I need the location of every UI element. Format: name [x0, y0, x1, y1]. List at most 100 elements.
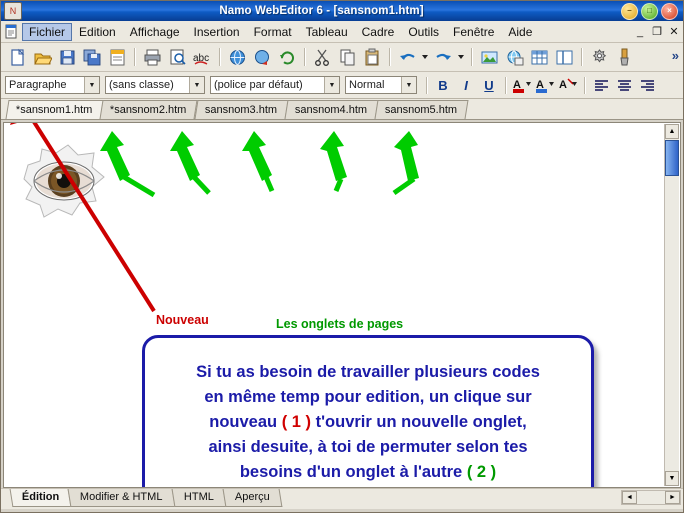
menu-item-aide[interactable]: Aide	[501, 23, 539, 41]
underline-button[interactable]: U	[478, 75, 500, 96]
callout-line-3: nouveau ( 1 ) t'ouvrir un nouvelle ongle…	[145, 410, 591, 434]
page-tab-sansnom4[interactable]: sansnom4.htm	[284, 100, 379, 119]
cut-icon[interactable]	[310, 46, 334, 69]
menu-item-tableau[interactable]: Tableau	[299, 23, 355, 41]
menu-item-fenetre[interactable]: Fenêtre	[446, 23, 501, 41]
toolbar-overflow-button[interactable]: »	[672, 48, 679, 63]
undo-dropdown-icon[interactable]	[420, 46, 430, 69]
page-tab-sansnom1[interactable]: *sansnom1.htm	[5, 100, 104, 119]
view-tab-label: Édition	[21, 491, 60, 503]
chevron-down-icon[interactable]: ▼	[401, 77, 416, 93]
align-left-button[interactable]	[590, 75, 612, 96]
new-from-template-icon[interactable]	[105, 46, 129, 69]
callout-line-5a: besoins d'un onglet à l'autre	[239, 463, 467, 482]
web-preview-icon[interactable]	[225, 46, 249, 69]
toolbar-separator	[304, 48, 306, 66]
page-tab-label: *sansnom2.htm	[110, 104, 187, 116]
paste-icon[interactable]	[360, 46, 384, 69]
horizontal-scroll-track[interactable]	[637, 491, 665, 504]
class-style-value: (sans classe)	[109, 79, 174, 91]
spell-check-icon[interactable]: abc	[190, 46, 214, 69]
svg-text:A: A	[559, 79, 567, 91]
document-window-controls: _ ❐ ✕	[634, 25, 680, 39]
close-button[interactable]: ×	[661, 2, 678, 20]
paragraph-style-value: Paragraphe	[9, 79, 67, 91]
application-window: N Namo WebEditor 6 - [sansnom1.htm] – □ …	[0, 0, 684, 513]
highlight-color-button[interactable]: A	[534, 75, 556, 96]
insert-image-icon[interactable]	[477, 46, 501, 69]
toolbar-separator	[581, 48, 583, 66]
font-size-combo[interactable]: Normal ▼	[345, 76, 417, 94]
page-tab-sansnom2[interactable]: *sansnom2.htm	[99, 100, 199, 119]
redo-dropdown-icon[interactable]	[456, 46, 466, 69]
toolbar-separator	[389, 48, 391, 66]
format-separator	[426, 76, 428, 94]
maximize-button[interactable]: □	[641, 2, 658, 20]
menu-item-fichier[interactable]: Fichier	[22, 22, 73, 41]
view-tab-edition[interactable]: Édition	[9, 489, 72, 507]
chevron-down-icon[interactable]: ▼	[324, 77, 339, 93]
font-family-combo[interactable]: (police par défaut) ▼	[210, 76, 340, 94]
page-tab-sansnom5[interactable]: sansnom5.htm	[374, 100, 469, 119]
menu-item-format[interactable]: Format	[247, 23, 299, 41]
window-controls: – □ ×	[621, 2, 678, 20]
horizontal-scrollbar[interactable]: ◄ ►	[621, 490, 681, 505]
view-tab-modifier-html[interactable]: Modifier & HTML	[67, 489, 176, 507]
chevron-down-icon[interactable]: ▼	[84, 77, 99, 93]
class-style-combo[interactable]: (sans classe) ▼	[105, 76, 205, 94]
chevron-down-icon[interactable]: ▼	[189, 77, 204, 93]
scroll-up-button[interactable]: ▲	[665, 124, 679, 139]
insert-hyperlink-icon[interactable]	[502, 46, 526, 69]
scroll-left-button[interactable]: ◄	[622, 491, 637, 504]
copy-icon[interactable]	[335, 46, 359, 69]
view-tab-label: HTML	[183, 491, 214, 503]
properties-icon[interactable]	[587, 46, 611, 69]
menu-item-cadre[interactable]: Cadre	[355, 23, 402, 41]
redo-icon[interactable]	[431, 46, 455, 69]
insert-table-icon[interactable]	[527, 46, 551, 69]
editor-canvas[interactable]: Nouveau Les onglets de pages Si tu as be…	[3, 122, 681, 488]
minimize-button[interactable]: –	[621, 2, 638, 20]
insert-frame-icon[interactable]	[552, 46, 576, 69]
align-right-button[interactable]	[636, 75, 658, 96]
new-document-icon[interactable]	[5, 46, 29, 69]
font-color-button[interactable]: A	[511, 75, 533, 96]
italic-button[interactable]: I	[455, 75, 477, 96]
vertical-scroll-thumb[interactable]	[665, 140, 679, 176]
align-center-button[interactable]	[613, 75, 635, 96]
menu-item-outils[interactable]: Outils	[401, 23, 446, 41]
main-toolbar: abc »	[1, 43, 683, 72]
format-painter-icon[interactable]	[612, 46, 636, 69]
undo-icon[interactable]	[395, 46, 419, 69]
doc-close-button[interactable]: ✕	[668, 25, 680, 38]
save-all-icon[interactable]	[80, 46, 104, 69]
doc-restore-button[interactable]: ❐	[651, 25, 663, 38]
app-icon[interactable]: N	[4, 2, 22, 20]
document-icon[interactable]	[3, 23, 20, 40]
view-tab-apercu[interactable]: Aperçu	[222, 489, 283, 507]
scroll-right-button[interactable]: ►	[665, 491, 680, 504]
callout-number-2: ( 2 )	[466, 463, 497, 482]
callout-line-5: besoins d'un onglet à l'autre ( 2 )	[145, 460, 591, 484]
menu-item-insertion[interactable]: Insertion	[187, 23, 247, 41]
print-preview-icon[interactable]	[165, 46, 189, 69]
clear-format-button[interactable]: A	[557, 75, 579, 96]
view-tab-html[interactable]: HTML	[171, 489, 227, 507]
open-document-icon[interactable]	[30, 46, 54, 69]
scroll-down-button[interactable]: ▼	[665, 471, 679, 486]
toolbar-separator	[219, 48, 221, 66]
menu-item-affichage[interactable]: Affichage	[123, 23, 187, 41]
publish-site-icon[interactable]	[250, 46, 274, 69]
green-arrow-stems	[122, 174, 416, 198]
callout-line-1: Si tu as besoin de travailler plusieurs …	[196, 363, 540, 381]
menu-item-edition[interactable]: Edition	[72, 23, 123, 41]
doc-minimize-button[interactable]: _	[634, 26, 646, 38]
print-icon[interactable]	[140, 46, 164, 69]
page-tab-sansnom3[interactable]: sansnom3.htm	[194, 100, 289, 119]
save-document-icon[interactable]	[55, 46, 79, 69]
refresh-icon[interactable]	[275, 46, 299, 69]
bold-button[interactable]: B	[432, 75, 454, 96]
title-bar: N Namo WebEditor 6 - [sansnom1.htm] – □ …	[1, 1, 683, 21]
vertical-scrollbar[interactable]: ▲ ▼	[664, 124, 679, 486]
paragraph-style-combo[interactable]: Paragraphe ▼	[5, 76, 100, 94]
